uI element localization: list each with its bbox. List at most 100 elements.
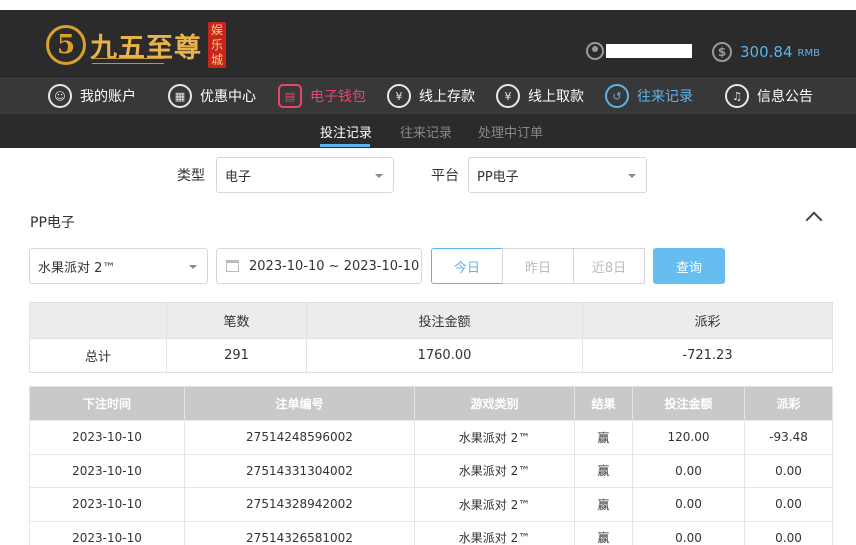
- sub-nav: 投注记录 往来记录 处理中订单: [0, 114, 856, 148]
- summary-total-label: 总计: [29, 338, 167, 373]
- active-tab-underline: [320, 144, 370, 147]
- username-redacted: [606, 44, 692, 58]
- game-select[interactable]: 水果派对 2™: [29, 248, 208, 284]
- type-label: 类型: [177, 168, 205, 184]
- type-select[interactable]: 电子: [216, 157, 394, 193]
- balance-value: 300.84: [740, 43, 793, 61]
- user-icon: ☺: [48, 84, 72, 108]
- records-header-row: 下注时间 注单编号 游戏类别 结果 投注金额 派彩: [29, 386, 833, 421]
- table-row: 2023-10-10 27514331304002 水果派对 2™ 赢 0.00…: [29, 454, 833, 488]
- caret-down-icon: [189, 265, 197, 269]
- platform-select-value: PP电子: [477, 169, 519, 185]
- records-header-cell: 注单编号: [184, 386, 415, 421]
- summary-total-row: 总计 291 1760.00 -721.23: [29, 338, 833, 373]
- bet-time: 2023-10-10: [29, 454, 185, 488]
- records-header-cell: 派彩: [744, 386, 833, 421]
- bet-records-table: 下注时间 注单编号 游戏类别 结果 投注金额 派彩 2023-10-10 275…: [29, 386, 833, 545]
- table-row: 2023-10-10 27514328942002 水果派对 2™ 赢 0.00…: [29, 487, 833, 522]
- bet-time: 2023-10-10: [29, 420, 185, 455]
- platform-label: 平台: [431, 168, 459, 184]
- records-header-cell: 游戏类别: [414, 386, 575, 421]
- site-header: 5 九五至尊 娱乐城 $ 300.84 RMB: [0, 10, 856, 76]
- tab-transactions[interactable]: 往来记录: [400, 122, 452, 141]
- table-row: 2023-10-10 27514248596002 水果派对 2™ 赢 120.…: [29, 420, 833, 455]
- bet-amount: 0.00: [632, 454, 745, 488]
- nav-announcements[interactable]: ♫ 信息公告: [725, 81, 813, 111]
- wallet-icon: ▤: [278, 84, 302, 108]
- bell-icon: ♫: [725, 84, 749, 108]
- balance-display: $ 300.84 RMB: [712, 42, 820, 62]
- summary-count: 291: [166, 338, 307, 373]
- nav-promotions[interactable]: ▦ 优惠中心: [168, 81, 256, 111]
- bet-payout: 0.00: [744, 487, 833, 522]
- bet-result: 赢: [574, 521, 633, 545]
- calendar-icon: [226, 260, 239, 272]
- summary-header-cell: 派彩: [582, 302, 833, 339]
- date-range-input[interactable]: 2023-10-10 ~ 2023-10-10: [216, 248, 422, 284]
- bet-id: 27514328942002: [184, 487, 415, 522]
- nav-label: 线上存款: [419, 89, 475, 105]
- nav-label: 我的账户: [80, 89, 136, 105]
- top-strip: [0, 0, 856, 10]
- nav-my-account[interactable]: ☺ 我的账户: [48, 81, 136, 111]
- logo-five-icon: 5: [46, 25, 86, 65]
- dollar-coin-icon: $: [712, 42, 732, 62]
- summary-table: 笔数 投注金额 派彩 总计 291 1760.00 -721.23: [29, 302, 833, 373]
- tab-bet-records[interactable]: 投注记录: [320, 122, 372, 141]
- nav-label: 线上取款: [528, 89, 584, 105]
- records-icon: ↺: [605, 84, 629, 108]
- bet-payout: 0.00: [744, 521, 833, 545]
- bet-time: 2023-10-10: [29, 487, 185, 522]
- bet-game: 水果派对 2™: [414, 521, 575, 545]
- chevron-up-icon[interactable]: [805, 211, 823, 229]
- withdraw-icon: ¥: [496, 84, 520, 108]
- bet-id: 27514248596002: [184, 420, 415, 455]
- summary-payout: -721.23: [582, 338, 833, 373]
- bet-amount: 120.00: [632, 420, 745, 455]
- records-header-cell: 结果: [574, 386, 633, 421]
- summary-header-cell: 笔数: [166, 302, 307, 339]
- query-button[interactable]: 查询: [653, 248, 725, 284]
- records-header-cell: 投注金额: [632, 386, 745, 421]
- main-nav: ☺ 我的账户 ▦ 优惠中心 ▤ 电子钱包 ¥ 线上存款 ¥ 线上取款 ↺ 往来记…: [0, 76, 856, 114]
- tab-pending-orders[interactable]: 处理中订单: [478, 122, 543, 141]
- nav-records[interactable]: ↺ 往来记录: [605, 81, 693, 111]
- summary-header-cell: [29, 302, 167, 339]
- quick-8days-button[interactable]: 近8日: [573, 248, 645, 284]
- nav-e-wallet[interactable]: ▤ 电子钱包: [278, 81, 366, 111]
- summary-header-row: 笔数 投注金额 派彩: [29, 302, 833, 339]
- bet-id: 27514331304002: [184, 454, 415, 488]
- bet-time: 2023-10-10: [29, 521, 185, 545]
- deposit-icon: ¥: [387, 84, 411, 108]
- type-select-value: 电子: [225, 169, 252, 185]
- nav-label: 信息公告: [757, 89, 813, 105]
- nav-withdraw[interactable]: ¥ 线上取款: [496, 81, 584, 111]
- caret-down-icon: [375, 174, 383, 178]
- summary-amount: 1760.00: [306, 338, 583, 373]
- table-row: 2023-10-10 27514326581002 水果派对 2™ 赢 0.00…: [29, 521, 833, 545]
- nav-label: 电子钱包: [310, 89, 366, 105]
- nav-deposit[interactable]: ¥ 线上存款: [387, 81, 475, 111]
- bet-game: 水果派对 2™: [414, 420, 575, 455]
- bet-payout: -93.48: [744, 420, 833, 455]
- nav-label: 优惠中心: [200, 89, 256, 105]
- date-range-value: 2023-10-10 ~ 2023-10-10: [249, 258, 420, 274]
- bet-result: 赢: [574, 454, 633, 488]
- quick-today-button[interactable]: 今日: [431, 248, 503, 284]
- bet-id: 27514326581002: [184, 521, 415, 545]
- bet-game: 水果派对 2™: [414, 454, 575, 488]
- logo-flourish: [92, 58, 164, 64]
- bet-amount: 0.00: [632, 487, 745, 522]
- user-avatar-icon: [586, 42, 604, 60]
- quick-yesterday-button[interactable]: 昨日: [502, 248, 574, 284]
- gift-icon: ▦: [168, 84, 192, 108]
- game-select-value: 水果派对 2™: [38, 260, 116, 276]
- bet-result: 赢: [574, 420, 633, 455]
- bet-amount: 0.00: [632, 521, 745, 545]
- balance-currency: RMB: [797, 48, 820, 59]
- bet-game: 水果派对 2™: [414, 487, 575, 522]
- platform-select[interactable]: PP电子: [468, 157, 647, 193]
- records-header-cell: 下注时间: [29, 386, 185, 421]
- user-info[interactable]: [586, 42, 692, 60]
- summary-header-cell: 投注金额: [306, 302, 583, 339]
